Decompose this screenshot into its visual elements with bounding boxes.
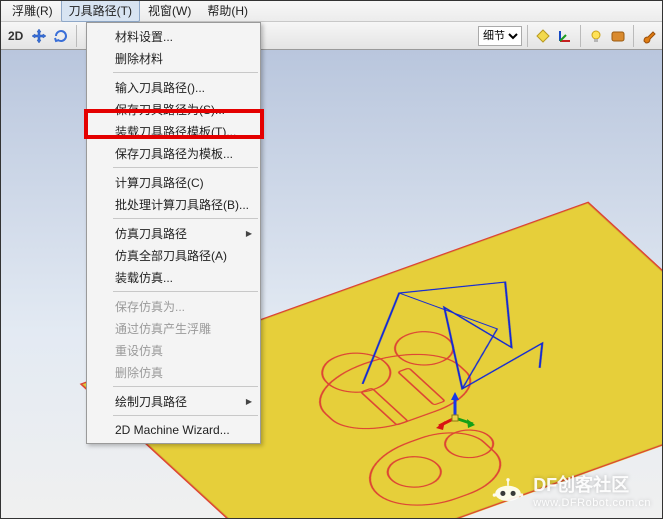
menu-item-machine-wizard[interactable]: 2D Machine Wizard... bbox=[87, 419, 260, 441]
menu-item-sim-toolpath[interactable]: 仿真刀具路径 bbox=[87, 222, 260, 244]
menu-item-sim-all[interactable]: 仿真全部刀具路径(A) bbox=[87, 244, 260, 266]
menu-bar: 浮雕(R) 刀具路径(T) 视窗(W) 帮助(H) bbox=[0, 0, 663, 22]
menu-item-delete-sim: 删除仿真 bbox=[87, 361, 260, 383]
menu-divider bbox=[113, 72, 258, 73]
brush-icon[interactable] bbox=[639, 26, 659, 46]
menu-item-save-sim-as: 保存仿真为... bbox=[87, 295, 260, 317]
menu-divider bbox=[113, 291, 258, 292]
menu-item-save-template[interactable]: 保存刀具路径为模板... bbox=[87, 142, 260, 164]
diamond-icon[interactable] bbox=[533, 26, 553, 46]
menu-help[interactable]: 帮助(H) bbox=[199, 0, 256, 22]
menu-item-gen-relief: 通过仿真产生浮雕 bbox=[87, 317, 260, 339]
axes-icon[interactable] bbox=[555, 26, 575, 46]
menu-divider bbox=[113, 218, 258, 219]
menu-item-calc-toolpath[interactable]: 计算刀具路径(C) bbox=[87, 171, 260, 193]
menu-item-save-toolpath-as[interactable]: 保存刀具路径为(S)... bbox=[87, 98, 260, 120]
watermark-title: DF创客社区 bbox=[533, 475, 629, 495]
pan-icon[interactable] bbox=[29, 26, 49, 46]
material-icon[interactable] bbox=[608, 26, 628, 46]
rotate-icon[interactable] bbox=[51, 26, 71, 46]
menu-item-reset-sim: 重设仿真 bbox=[87, 339, 260, 361]
menu-divider bbox=[113, 415, 258, 416]
menu-divider bbox=[113, 386, 258, 387]
menu-item-plot-toolpath[interactable]: 绘制刀具路径 bbox=[87, 390, 260, 412]
menu-toolpath[interactable]: 刀具路径(T) bbox=[61, 0, 140, 22]
menu-item-load-sim[interactable]: 装载仿真... bbox=[87, 266, 260, 288]
toolpath-dropdown: 材料设置...删除材料输入刀具路径()...保存刀具路径为(S)...装载刀具路… bbox=[86, 22, 261, 444]
bulb-icon[interactable] bbox=[586, 26, 606, 46]
robot-icon bbox=[491, 478, 525, 502]
menu-item-material-setup[interactable]: 材料设置... bbox=[87, 25, 260, 47]
menu-item-import-toolpath[interactable]: 输入刀具路径()... bbox=[87, 76, 260, 98]
menu-relief[interactable]: 浮雕(R) bbox=[4, 0, 61, 22]
detail-select[interactable]: 细节 bbox=[478, 26, 522, 46]
menu-item-batch-calc[interactable]: 批处理计算刀具路径(B)... bbox=[87, 193, 260, 215]
menu-window[interactable]: 视窗(W) bbox=[140, 0, 199, 22]
menu-item-load-template[interactable]: 装载刀具路径模板(T)... bbox=[87, 120, 260, 142]
watermark-url: www.DFRobot.com.cn bbox=[533, 497, 651, 509]
mode-2d-label[interactable]: 2D bbox=[4, 29, 27, 43]
menu-item-delete-material[interactable]: 删除材料 bbox=[87, 47, 260, 69]
watermark: DF创客社区 www.DFRobot.com.cn bbox=[491, 471, 651, 509]
menu-divider bbox=[113, 167, 258, 168]
